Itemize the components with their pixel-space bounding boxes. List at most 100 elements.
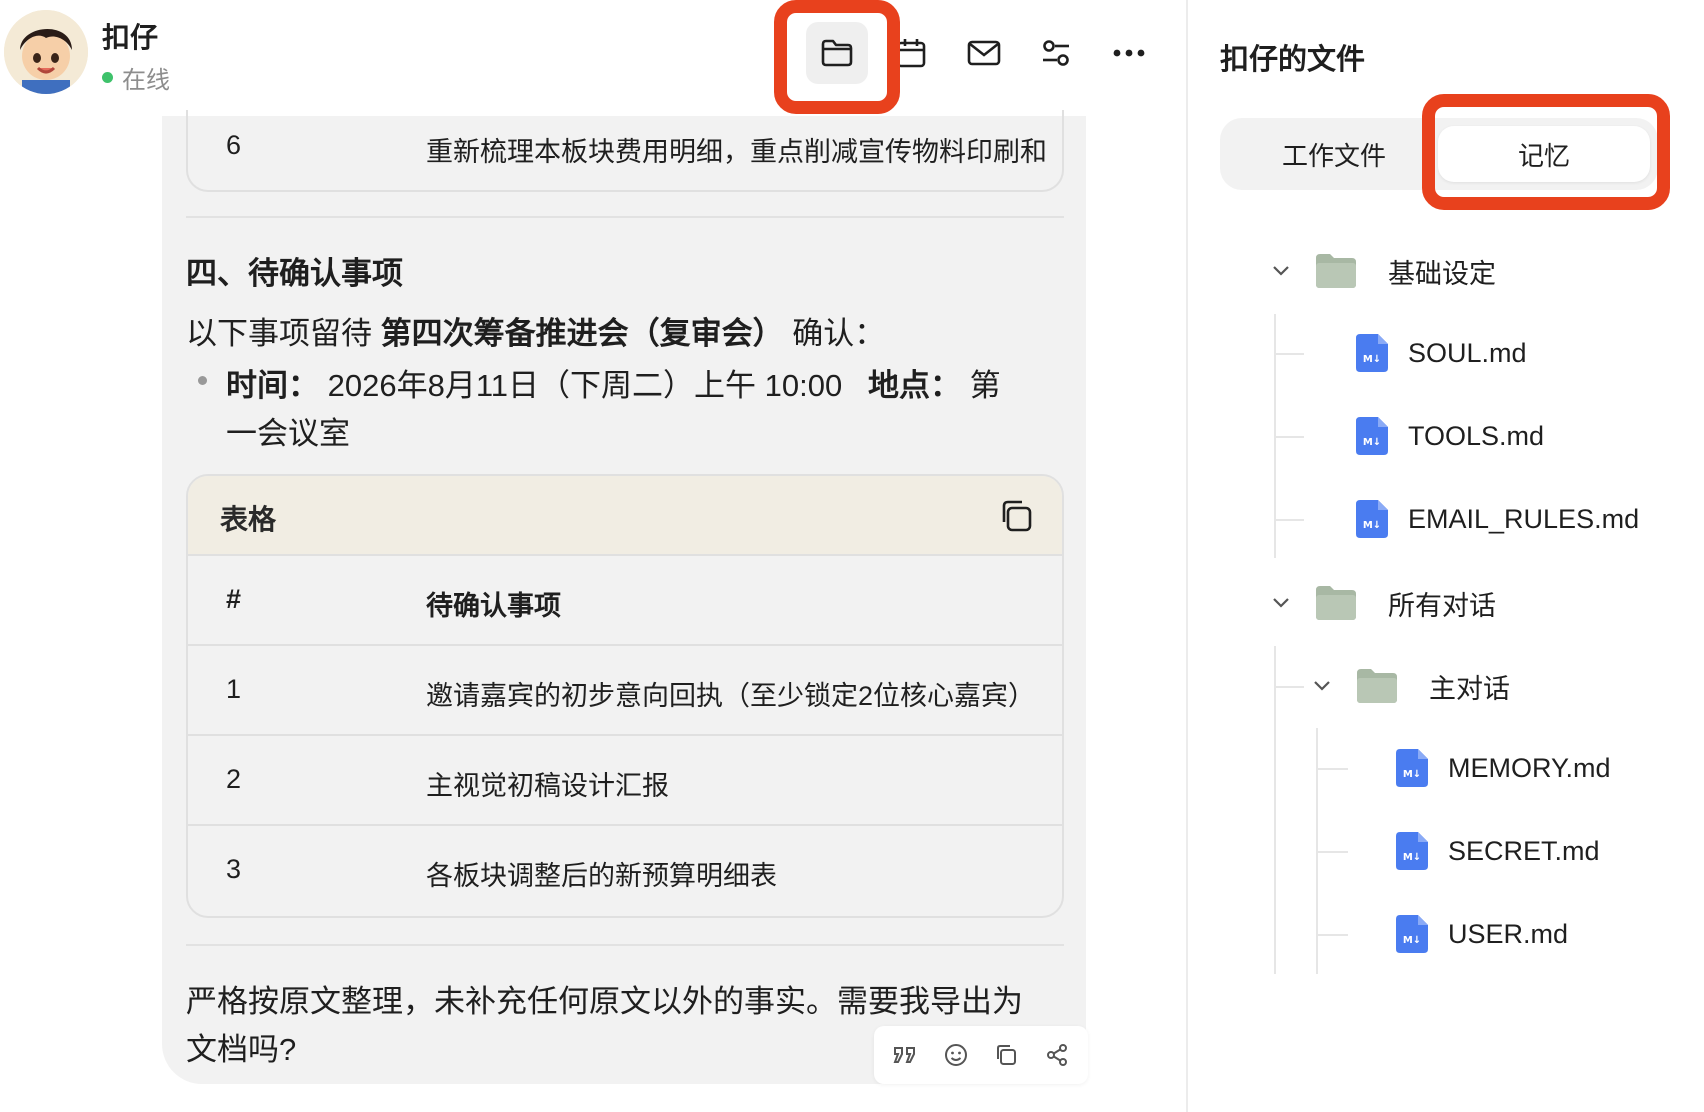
quote-icon: [893, 1047, 916, 1063]
tree-guide: [1274, 686, 1304, 688]
table-cell-num: 2: [226, 764, 242, 794]
table-row: 1 邀请嘉宾的初步意向回执（至少锁定2位核心嘉宾）: [188, 646, 1062, 736]
chevron-down-icon[interactable]: [1270, 260, 1292, 282]
intro-text-end: 确认：: [792, 316, 886, 351]
folder-label: 所有对话: [1388, 590, 1496, 621]
bullet-dot: [198, 376, 207, 385]
bullet-line: 时间： 2026年8月11日（下周二）上午 10:00 地点： 第: [226, 360, 1001, 405]
file-memory[interactable]: M↓ MEMORY.md: [1396, 743, 1611, 793]
place-label: 地点：: [868, 368, 962, 403]
column-header: #: [226, 584, 242, 614]
settings-button[interactable]: [1025, 22, 1087, 84]
online-dot-icon: [102, 72, 113, 83]
file-label: SOUL.md: [1408, 337, 1527, 368]
folder-label: 主对话: [1429, 673, 1510, 704]
svg-text:M↓: M↓: [1363, 520, 1381, 531]
time-label: 时间：: [226, 368, 319, 403]
chevron-down-icon[interactable]: [1270, 592, 1292, 614]
table-cell-num: 6: [226, 130, 242, 160]
tree-guide: [1274, 353, 1304, 355]
tab-work-files[interactable]: 工作文件: [1228, 126, 1440, 182]
folder-icon: [1357, 669, 1397, 703]
table-cell-text: 各板块调整后的新预算明细表: [426, 861, 777, 891]
previous-table-tail: 6 重新梳理本板块费用明细，重点削减宣传物料印刷和: [186, 110, 1064, 192]
avatar[interactable]: [4, 10, 88, 94]
tree-guide: [1274, 646, 1276, 974]
intro-line: 以下事项留待 第四次筹备推进会（复审会） 确认：: [186, 308, 885, 353]
table-row: 3 各板块调整后的新预算明细表: [188, 826, 1062, 916]
tree-guide: [1274, 436, 1304, 438]
table-header-bar: 表格: [188, 476, 1062, 556]
online-status: 在线: [102, 60, 170, 95]
copy-message-button[interactable]: [988, 1037, 1024, 1073]
markdown-file-icon: M↓: [1396, 749, 1428, 787]
divider: [186, 216, 1064, 218]
folder-basic-settings[interactable]: 基础设定: [1270, 246, 1496, 296]
svg-text:M↓: M↓: [1363, 354, 1381, 365]
meeting-name: 第四次筹备推进会（复审会）: [380, 316, 784, 351]
file-soul[interactable]: M↓ SOUL.md: [1356, 328, 1527, 378]
message-action-bar: [874, 1026, 1088, 1084]
file-label: USER.md: [1448, 918, 1569, 949]
table-cell-text: 主视觉初稿设计汇报: [426, 771, 669, 801]
column-header: 待确认事项: [426, 591, 561, 621]
markdown-file-icon: M↓: [1356, 417, 1388, 455]
svg-text:M↓: M↓: [1403, 935, 1421, 946]
chat-header: 扣仔 在线: [0, 0, 1184, 110]
place-value-start: 第: [969, 368, 1001, 403]
markdown-file-icon: M↓: [1356, 334, 1388, 372]
table-cell-text: 重新梳理本板块费用明细，重点削减宣传物料印刷和: [426, 137, 1047, 167]
file-label: TOOLS.md: [1408, 420, 1545, 451]
intro-text: 以下事项留待: [186, 316, 372, 351]
file-tools[interactable]: M↓ TOOLS.md: [1356, 411, 1544, 461]
table-header-row: # 待确认事项: [188, 556, 1062, 646]
copy-icon: [997, 1045, 1017, 1065]
highlight-files-button: [774, 0, 900, 114]
share-button[interactable]: [1039, 1037, 1075, 1073]
copy-icon: [1002, 500, 1032, 532]
folder-label: 基础设定: [1388, 258, 1496, 289]
svg-text:M↓: M↓: [1363, 437, 1381, 448]
file-secret[interactable]: M↓ SECRET.md: [1396, 826, 1600, 876]
settings-sliders-icon: [1043, 40, 1069, 66]
highlight-memory-tab: [1422, 94, 1670, 210]
share-icon: [1046, 1044, 1067, 1066]
table-cell-text: 邀请嘉宾的初步意向回执（至少锁定2位核心嘉宾）: [426, 681, 1036, 711]
mail-icon: [967, 40, 1001, 66]
place-value-cont: 一会议室: [226, 416, 350, 451]
table-title: 表格: [220, 504, 277, 535]
folder-main-conversation[interactable]: 主对话: [1311, 661, 1510, 711]
closing-line: 严格按原文整理，未补充任何原文以外的事实。需要我导出为: [186, 984, 1023, 1019]
mail-button[interactable]: [953, 22, 1015, 84]
svg-text:M↓: M↓: [1403, 769, 1421, 780]
tree-guide: [1316, 851, 1348, 853]
file-user[interactable]: M↓ USER.md: [1396, 909, 1568, 959]
divider: [186, 944, 1064, 946]
file-email-rules[interactable]: M↓ EMAIL_RULES.md: [1356, 494, 1639, 544]
copy-table-button[interactable]: [996, 496, 1036, 536]
status-label: 在线: [122, 67, 170, 94]
panel-title: 扣仔的文件: [1220, 44, 1366, 76]
pending-items-table: 表格 # 待确认事项 1 邀请嘉宾的初步意向回执（至少锁定2位核心嘉宾） 2 主…: [186, 474, 1064, 918]
quote-button[interactable]: [887, 1037, 923, 1073]
table-row: 2 主视觉初稿设计汇报: [188, 736, 1062, 826]
markdown-file-icon: M↓: [1396, 832, 1428, 870]
more-button[interactable]: [1098, 22, 1160, 84]
chevron-down-icon[interactable]: [1311, 675, 1333, 697]
tree-guide: [1316, 934, 1348, 936]
panel-divider: [1186, 0, 1188, 1112]
markdown-file-icon: M↓: [1356, 500, 1388, 538]
table-cell-num: 1: [226, 674, 242, 704]
tree-guide: [1274, 519, 1304, 521]
react-button[interactable]: [938, 1037, 974, 1073]
file-label: SECRET.md: [1448, 835, 1600, 866]
tree-guide: [1316, 768, 1348, 770]
svg-text:M↓: M↓: [1403, 852, 1421, 863]
file-label: MEMORY.md: [1448, 752, 1611, 783]
more-icon: [1113, 49, 1145, 57]
closing-line: 文档吗?: [186, 1032, 297, 1067]
contact-name: 扣仔: [102, 22, 159, 53]
file-label: EMAIL_RULES.md: [1408, 503, 1640, 534]
time-value: 2026年8月11日（下周二）上午 10:00: [327, 368, 843, 403]
folder-all-conversations[interactable]: 所有对话: [1270, 578, 1496, 628]
